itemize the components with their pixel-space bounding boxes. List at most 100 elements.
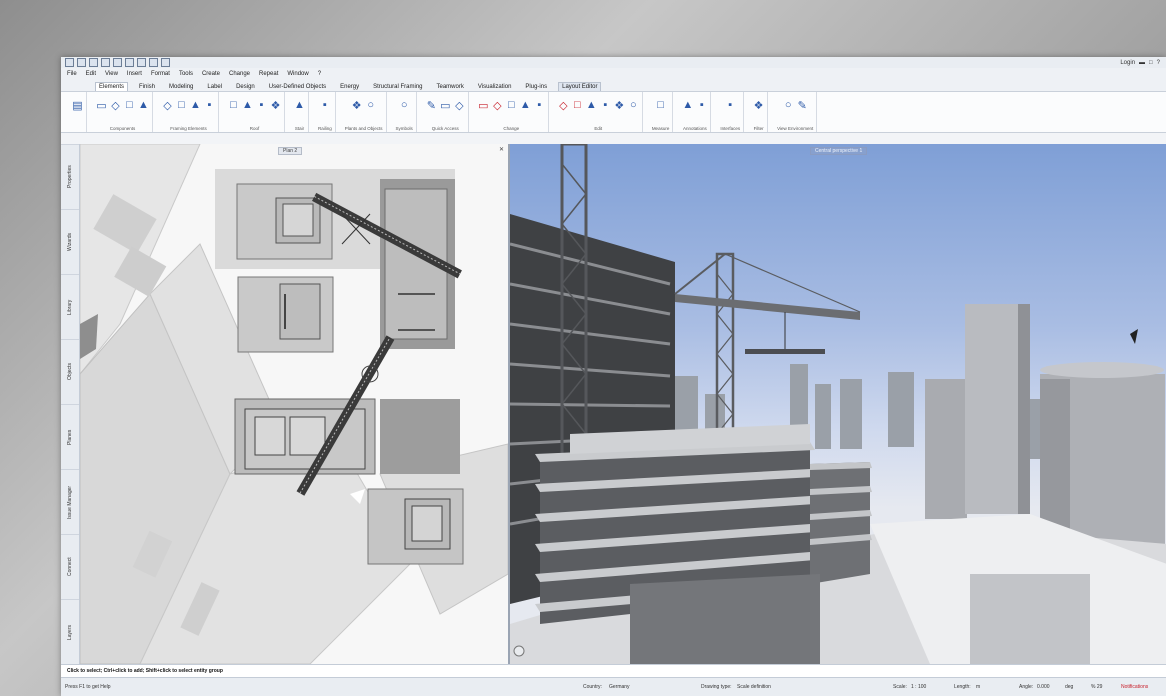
- tab-label[interactable]: Label: [204, 83, 225, 91]
- menu-item-help[interactable]: ?: [318, 71, 321, 77]
- tab-finish[interactable]: Finish: [136, 83, 158, 91]
- plants-and-objects-tool-icon[interactable]: ○: [365, 98, 376, 112]
- perspective-view[interactable]: Central perspective 1: [510, 144, 1166, 664]
- drawing-type-value[interactable]: Scale definition: [737, 684, 771, 690]
- annotations-tool-icon[interactable]: ▲: [682, 98, 693, 112]
- new-file-icon[interactable]: [77, 58, 86, 67]
- stair-tool-icon[interactable]: ▲: [294, 98, 305, 112]
- login-link[interactable]: Login: [1120, 60, 1135, 66]
- menu-item-window[interactable]: Window: [287, 71, 308, 77]
- plan-view[interactable]: Plan 2 ✕: [80, 144, 510, 664]
- tab-visualization[interactable]: Visualization: [475, 83, 515, 91]
- components-tool-icon[interactable]: ▭: [96, 98, 107, 112]
- perspective-view-title[interactable]: Central perspective 1: [810, 147, 868, 155]
- measure-tool-icon[interactable]: □: [655, 98, 666, 112]
- view-environment-tool-icon[interactable]: ✎: [797, 98, 808, 112]
- ribbon: ▤ ▭ ◇ □ ▲ Components ◇ □ ▲ ▪ Framing Elements □ ▲ ▪ ❖…: [61, 92, 1166, 133]
- menu-item-file[interactable]: File: [67, 71, 77, 77]
- filter-tool-icon[interactable]: ❖: [753, 98, 764, 112]
- palette-tab-wizards[interactable]: Wizards: [61, 209, 79, 274]
- change-tool-icon[interactable]: ▲: [520, 98, 531, 112]
- edit-tool-icon[interactable]: □: [572, 98, 583, 112]
- redo-icon[interactable]: [137, 58, 146, 67]
- framing-elements-tool-icon[interactable]: ▲: [190, 98, 201, 112]
- palette-tab-connect[interactable]: Connect: [61, 534, 79, 599]
- quick-access-tool-icon[interactable]: ✎: [426, 98, 437, 112]
- framing-elements-tool-icon[interactable]: □: [176, 98, 187, 112]
- railing-tool-icon[interactable]: ▪: [319, 98, 330, 112]
- command-line[interactable]: Click to select; Ctrl+click to add; Shif…: [61, 664, 1166, 677]
- plants-and-objects-tool-icon[interactable]: ❖: [351, 98, 362, 112]
- tab-layout-editor[interactable]: Layout Editor: [558, 82, 602, 91]
- menu-item-repeat[interactable]: Repeat: [259, 71, 278, 77]
- menu-item-view[interactable]: View: [105, 71, 118, 77]
- edit-tool-icon[interactable]: ▲: [586, 98, 597, 112]
- view-environment-tool-icon[interactable]: ○: [783, 98, 794, 112]
- menu-item-change[interactable]: Change: [229, 71, 250, 77]
- undo-icon[interactable]: [125, 58, 134, 67]
- edit-tool-icon[interactable]: ◇: [558, 98, 569, 112]
- framing-elements-tool-icon[interactable]: ◇: [162, 98, 173, 112]
- change-tool-icon[interactable]: ▪: [534, 98, 545, 112]
- palette-tab-properties[interactable]: Properties: [61, 144, 79, 209]
- book-icon[interactable]: ▤: [72, 98, 83, 112]
- notifications-link[interactable]: Notifications: [1121, 684, 1148, 690]
- maximize-icon[interactable]: □: [1149, 60, 1153, 66]
- symbols-tool-icon[interactable]: ○: [399, 98, 410, 112]
- tab-elements[interactable]: Elements: [95, 82, 129, 91]
- plan-view-close-icon[interactable]: ✕: [499, 146, 504, 153]
- change-tool-icon[interactable]: ▭: [478, 98, 489, 112]
- edit-tool-icon[interactable]: ○: [628, 98, 639, 112]
- palette-tab-issue-manager[interactable]: Issue Manager: [61, 469, 79, 534]
- palette-tab-layers[interactable]: Layers: [61, 599, 79, 664]
- country-label: Country:: [583, 684, 602, 690]
- menu-item-tools[interactable]: Tools: [179, 71, 193, 77]
- plan-view-title[interactable]: Plan 2: [278, 147, 303, 155]
- components-tool-icon[interactable]: ◇: [110, 98, 121, 112]
- app-menu-button[interactable]: [65, 58, 74, 67]
- menu-item-create[interactable]: Create: [202, 71, 220, 77]
- ribbon-group-label: Symbols: [395, 126, 413, 131]
- move-icon[interactable]: [149, 58, 158, 67]
- menu-item-insert[interactable]: Insert: [127, 71, 142, 77]
- scale-value[interactable]: 1 : 100: [911, 684, 926, 690]
- tab-user-defined-objects[interactable]: User-Defined Objects: [266, 83, 329, 91]
- tab-plug-ins[interactable]: Plug-ins: [522, 83, 550, 91]
- framing-elements-tool-icon[interactable]: ▪: [204, 98, 215, 112]
- roof-tool-icon[interactable]: ❖: [270, 98, 281, 112]
- palette-tab-objects[interactable]: Objects: [61, 339, 79, 404]
- edit-tool-icon[interactable]: ❖: [614, 98, 625, 112]
- tab-teamwork[interactable]: Teamwork: [434, 83, 467, 91]
- open-file-icon[interactable]: [89, 58, 98, 67]
- angle-value[interactable]: 0.000: [1037, 684, 1050, 690]
- print-icon[interactable]: [113, 58, 122, 67]
- palette-tab-library[interactable]: Library: [61, 274, 79, 339]
- country-value[interactable]: Germany: [609, 684, 630, 690]
- tab-structural-framing[interactable]: Structural Framing: [370, 83, 425, 91]
- change-tool-icon[interactable]: □: [506, 98, 517, 112]
- copy-icon[interactable]: [161, 58, 170, 67]
- roof-tool-icon[interactable]: □: [228, 98, 239, 112]
- quick-access-tool-icon[interactable]: ▭: [440, 98, 451, 112]
- ribbon-group-label: Interfaces: [720, 126, 741, 131]
- roof-tool-icon[interactable]: ▲: [242, 98, 253, 112]
- components-tool-icon[interactable]: ▲: [138, 98, 149, 112]
- save-icon[interactable]: [101, 58, 110, 67]
- tab-modeling[interactable]: Modeling: [166, 83, 196, 91]
- tab-design[interactable]: Design: [233, 83, 258, 91]
- roof-tool-icon[interactable]: ▪: [256, 98, 267, 112]
- change-tool-icon[interactable]: ◇: [492, 98, 503, 112]
- components-tool-icon[interactable]: □: [124, 98, 135, 112]
- help-icon[interactable]: ?: [1157, 60, 1160, 66]
- length-value[interactable]: m: [976, 684, 980, 690]
- minimize-icon[interactable]: ▬: [1139, 60, 1145, 66]
- edit-tool-icon[interactable]: ▪: [600, 98, 611, 112]
- palette-tab-planes[interactable]: Planes: [61, 404, 79, 469]
- tab-energy[interactable]: Energy: [337, 83, 362, 91]
- menu-item-format[interactable]: Format: [151, 71, 170, 77]
- quick-access-tool-icon[interactable]: ◇: [454, 98, 465, 112]
- interfaces-tool-icon[interactable]: ▪: [725, 98, 736, 112]
- annotations-tool-icon[interactable]: ▪: [696, 98, 707, 112]
- ribbon-group-label: Filter: [753, 126, 764, 131]
- menu-item-edit[interactable]: Edit: [86, 71, 96, 77]
